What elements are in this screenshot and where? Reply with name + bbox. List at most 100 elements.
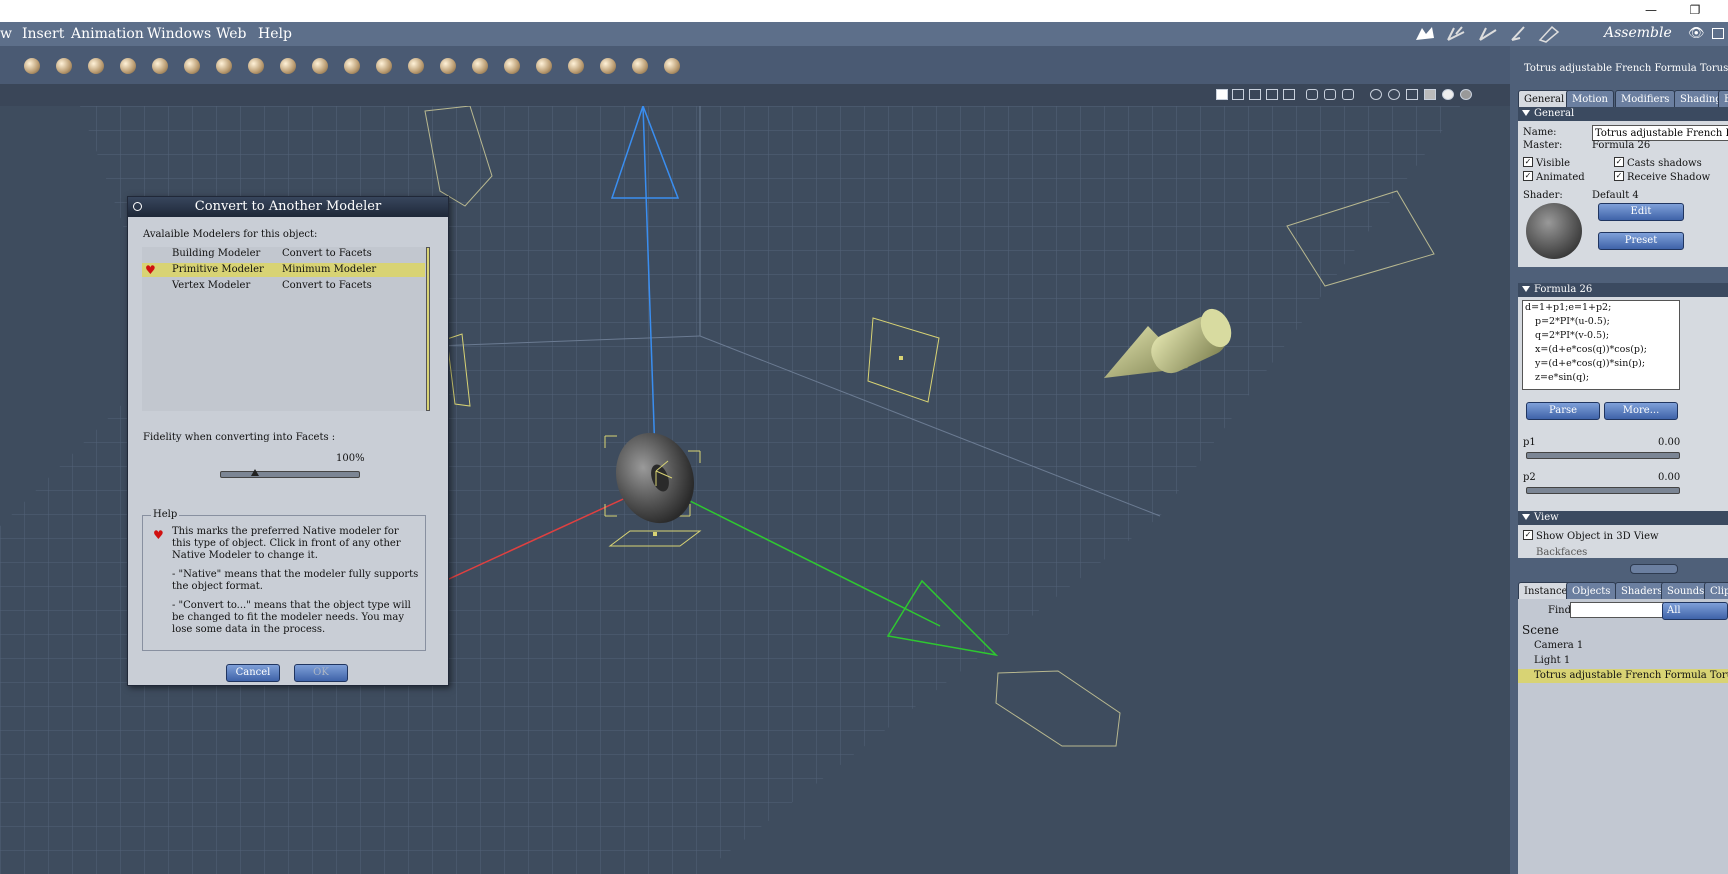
boat-icon[interactable]	[310, 56, 330, 76]
menu-animation[interactable]: Animation	[71, 26, 144, 42]
torus-icon[interactable]	[150, 56, 170, 76]
skeleton-icon[interactable]	[598, 56, 618, 76]
flame-icon[interactable]	[342, 56, 362, 76]
close-icon[interactable]	[133, 202, 142, 211]
p2-slider[interactable]	[1526, 487, 1680, 494]
list-scrollbar[interactable]	[426, 247, 430, 411]
insect-icon[interactable]	[566, 56, 586, 76]
parse-button[interactable]: Parse	[1526, 402, 1600, 420]
wireframe-icon[interactable]	[1406, 89, 1418, 100]
formula-section-header[interactable]: Formula 26	[1518, 283, 1728, 297]
ok-button[interactable]: OK	[294, 664, 348, 682]
layout-custom-icon[interactable]	[1283, 89, 1295, 100]
tab-general[interactable]: General	[1518, 90, 1571, 108]
list-item[interactable]: Building Modeler Convert to Facets	[142, 247, 425, 261]
receive-shadow-checkbox[interactable]: ✓	[1614, 171, 1624, 181]
eye-icon[interactable]: 👁	[1688, 26, 1705, 41]
list-item[interactable]: Light 1	[1518, 654, 1728, 668]
heart-icon: ♥	[153, 528, 164, 542]
view-section-header[interactable]: View	[1518, 511, 1728, 525]
modeler-action: Minimum Modeler	[282, 264, 377, 275]
gear-icon[interactable]	[214, 56, 234, 76]
tree-icon[interactable]	[278, 56, 298, 76]
filter-all-dropdown[interactable]: All	[1662, 602, 1728, 620]
mode-tools-icon[interactable]	[1412, 24, 1562, 44]
modeler-name: Vertex Modeler	[172, 280, 251, 291]
tab-effects[interactable]: Effe	[1718, 90, 1728, 108]
collapse-icon	[1522, 514, 1530, 520]
tab-sounds[interactable]: Sounds	[1661, 582, 1711, 600]
animated-checkbox[interactable]: ✓	[1523, 171, 1533, 181]
layout-four-icon[interactable]	[1266, 89, 1278, 100]
cloud-icon[interactable]	[374, 56, 394, 76]
shield-icon-3[interactable]	[1342, 89, 1354, 100]
cancel-button[interactable]: Cancel	[226, 664, 280, 682]
list-item[interactable]: Camera 1	[1518, 639, 1728, 653]
rock-icon[interactable]	[502, 56, 522, 76]
p1-slider[interactable]	[1526, 452, 1680, 459]
window-icon[interactable]	[1712, 28, 1724, 39]
section-title: View	[1534, 512, 1559, 523]
ring-icon-glyph	[632, 58, 648, 74]
dialog-title: Convert to Another Modeler	[128, 197, 448, 217]
modelers-list[interactable]: Building Modeler Convert to Facets ♥ Pri…	[142, 247, 430, 411]
globe-icon[interactable]	[86, 56, 106, 76]
layout-three-icon[interactable]	[1249, 89, 1261, 100]
house-icon[interactable]	[438, 56, 458, 76]
collapse-icon	[1522, 110, 1530, 116]
minimize-button[interactable]: —	[1636, 0, 1666, 22]
restore-button[interactable]: ❐	[1680, 0, 1710, 22]
backfaces-label: Backfaces	[1536, 547, 1588, 558]
menu-view[interactable]: w	[0, 26, 12, 42]
tab-objects[interactable]: Objects	[1566, 582, 1617, 600]
tab-modifiers[interactable]: Modifiers	[1615, 90, 1676, 108]
visible-checkbox[interactable]: ✓	[1523, 157, 1533, 167]
sphere-icon[interactable]	[22, 56, 42, 76]
camera-rotate-icon[interactable]	[1388, 89, 1400, 100]
camera-move-icon[interactable]	[1370, 89, 1382, 100]
path-icon[interactable]	[118, 56, 138, 76]
terrain-icon[interactable]	[246, 56, 266, 76]
heart-icon[interactable]: ♥	[145, 264, 157, 276]
panel-splitter[interactable]	[1630, 564, 1678, 574]
hammer-icon[interactable]	[534, 56, 554, 76]
bowl-icon[interactable]	[470, 56, 490, 76]
text-icon[interactable]	[182, 56, 202, 76]
layout-split-icon[interactable]	[1232, 89, 1244, 100]
plant-icon[interactable]	[406, 56, 426, 76]
list-item[interactable]: Vertex Modeler Convert to Facets	[142, 279, 425, 293]
tab-motion[interactable]: Motion	[1566, 90, 1614, 108]
general-section-header[interactable]: General	[1518, 107, 1728, 121]
menu-insert[interactable]: Insert	[22, 26, 64, 42]
render-icon[interactable]	[1442, 89, 1454, 100]
texture-icon[interactable]	[1460, 89, 1472, 100]
list-item-selected[interactable]: Totrus adjustable French Formula Torus 2	[1518, 669, 1728, 683]
edit-button[interactable]: Edit	[1598, 203, 1684, 221]
fidelity-slider[interactable]	[220, 469, 360, 478]
assemble-mode[interactable]: Assemble	[1604, 25, 1672, 41]
slider-thumb[interactable]	[251, 469, 259, 476]
show-object-checkbox[interactable]: ✓	[1523, 530, 1533, 540]
shader-preview[interactable]	[1526, 203, 1582, 259]
formula-editor[interactable]: d=1+p1;e=1+p2; p=2*PI*(u-0.5); q=2*PI*(v…	[1522, 300, 1680, 390]
menu-windows[interactable]: Windows	[147, 26, 211, 42]
cup-icon[interactable]	[54, 56, 74, 76]
menu-help[interactable]: Help	[258, 26, 292, 42]
more-button[interactable]: More...	[1604, 402, 1678, 420]
shield-icon-2[interactable]	[1324, 89, 1336, 100]
menu-web[interactable]: Web	[216, 26, 247, 42]
casts-shadows-checkbox[interactable]: ✓	[1614, 157, 1624, 167]
list-item-selected[interactable]: ♥ Primitive Modeler Minimum Modeler	[142, 263, 425, 277]
window-titlebar: — ❐	[0, 0, 1728, 22]
layout-single-icon[interactable]	[1216, 89, 1228, 100]
browser-tabs: Instances Objects Shaders Sounds Clips	[1518, 582, 1728, 600]
shaded-icon[interactable]	[1424, 89, 1436, 100]
find-input[interactable]	[1570, 602, 1664, 618]
name-field[interactable]	[1592, 125, 1728, 141]
preset-button[interactable]: Preset	[1598, 232, 1684, 250]
view-section: ✓ Show Object in 3D View Backfaces	[1518, 525, 1728, 558]
tab-clips[interactable]: Clips	[1704, 582, 1728, 600]
shield-icon[interactable]	[1306, 89, 1318, 100]
wand-icon[interactable]	[662, 56, 682, 76]
ring-icon[interactable]	[630, 56, 650, 76]
